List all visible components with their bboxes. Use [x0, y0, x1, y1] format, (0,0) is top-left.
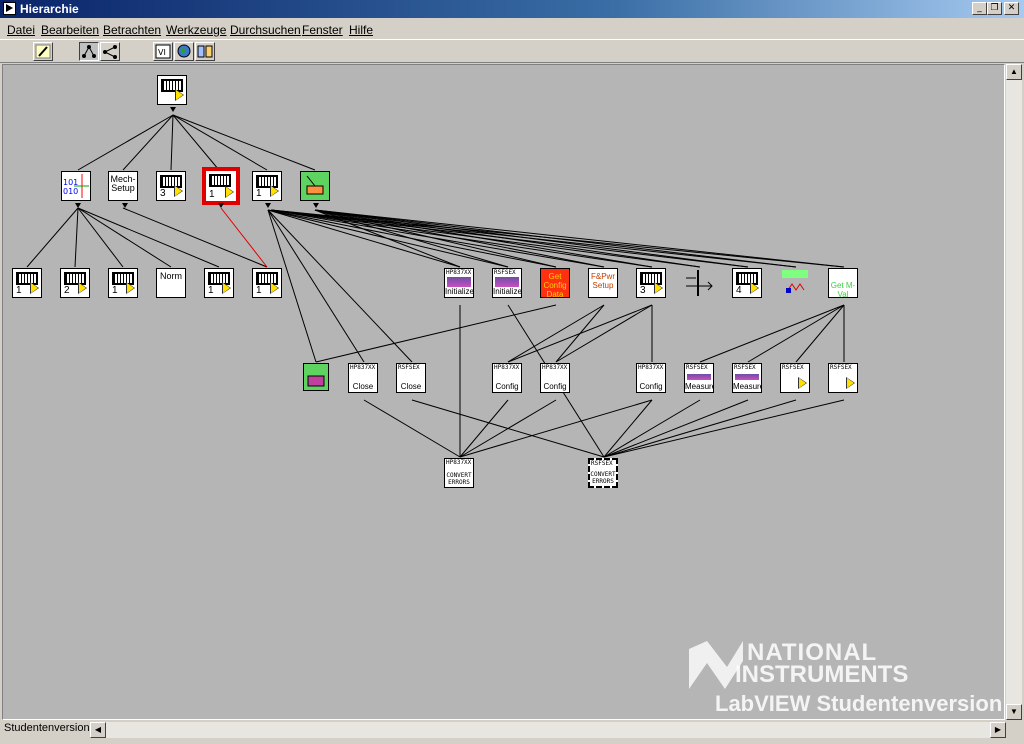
expand-arrow[interactable]: [313, 203, 319, 208]
scroll-up-button[interactable]: ▲: [1006, 64, 1022, 80]
menu-fenster[interactable]: Fenster: [302, 23, 343, 37]
green-tool-node[interactable]: [303, 363, 329, 391]
subvi-node[interactable]: 2: [60, 268, 90, 298]
get-config-data-node[interactable]: Get Config Data: [540, 268, 570, 298]
selected-link: [220, 207, 268, 268]
binary-graph-icon: 101010: [63, 174, 89, 198]
fpwr-setup-node[interactable]: F&Pwr Setup: [588, 268, 618, 298]
selected-subvi-node[interactable]: 1: [202, 167, 240, 205]
expand-arrow[interactable]: [75, 203, 81, 208]
tool-icon: [307, 375, 325, 387]
hp-initialize-node[interactable]: HP837XX Initialize: [444, 268, 474, 298]
rs-subvi-node[interactable]: RSFSEX: [828, 363, 858, 393]
subvi-node[interactable]: 1: [252, 268, 282, 298]
menu-bar: Datei Bearbeiten Betrachten Werkzeuge Du…: [0, 19, 1024, 39]
horizontal-scrollbar[interactable]: ◀ ▶: [90, 722, 1006, 738]
hp-close-node[interactable]: HP837XX Close: [348, 363, 378, 393]
include-button[interactable]: [195, 42, 215, 61]
binary-math-node[interactable]: 101 010: [61, 171, 91, 201]
edit-pencil-button[interactable]: [33, 42, 53, 61]
menu-betrachten[interactable]: Betrachten: [103, 23, 161, 37]
green-subvi-node[interactable]: [300, 171, 330, 201]
expand-arrow[interactable]: [265, 203, 271, 208]
edit-pencil-icon: [35, 44, 51, 59]
title-bar[interactable]: Hierarchie _ ❐ ✕: [0, 0, 1024, 18]
tool-icon: [306, 175, 324, 195]
rs-subvi-node[interactable]: RSFSEX: [780, 363, 810, 393]
hp-config-node[interactable]: HP837XX Config: [492, 363, 522, 393]
vi-button[interactable]: VI: [153, 42, 173, 61]
close-button[interactable]: ✕: [1004, 2, 1019, 15]
rs-measure-node[interactable]: RSFSEX Measure: [684, 363, 714, 393]
subvi-3-node[interactable]: 3: [636, 268, 666, 298]
hierarchy-canvas[interactable]: 101 010 Mech-Setup 3 1 1 1 2 1 Norm 1 1 H…: [2, 64, 1005, 720]
status-label: Studentenversion: [4, 722, 90, 734]
root-vi-node[interactable]: [157, 75, 187, 105]
subvi-node[interactable]: 1: [12, 268, 42, 298]
vertical-layout-icon: [82, 45, 96, 58]
globe-button[interactable]: [174, 42, 194, 61]
rs-initialize-node[interactable]: RSFSEX Initialize: [492, 268, 522, 298]
mech-setup-node[interactable]: Mech-Setup: [108, 171, 138, 201]
window-title: Hierarchie: [20, 2, 79, 16]
include-icon: [197, 45, 213, 58]
menu-bearbeiten[interactable]: Bearbeiten: [41, 23, 99, 37]
expand-arrow[interactable]: [170, 107, 176, 112]
vi-icon: VI: [155, 44, 171, 59]
svg-text:VI: VI: [158, 48, 166, 57]
rs-measure-node[interactable]: RSFSEX Measure: [732, 363, 762, 393]
menu-durchsuchen[interactable]: Durchsuchen: [230, 23, 301, 37]
subvi-3-node[interactable]: 3: [156, 171, 186, 201]
horizontal-layout-icon: [103, 45, 117, 59]
vertical-layout-button[interactable]: [79, 42, 99, 61]
horizontal-layout-button[interactable]: [100, 42, 120, 61]
trigger-icon: [782, 270, 808, 293]
toolbar: VI: [0, 39, 1024, 63]
subvi-node[interactable]: 1: [108, 268, 138, 298]
scroll-right-button[interactable]: ▶: [990, 722, 1006, 738]
sequence-arrow-icon: [686, 270, 713, 296]
sequence-node[interactable]: [684, 268, 714, 298]
menu-werkzeuge[interactable]: Werkzeuge: [166, 23, 226, 37]
labview-app-icon: [3, 2, 16, 15]
menu-hilfe[interactable]: Hilfe: [349, 23, 373, 37]
hp-config-node[interactable]: HP837XX Config: [636, 363, 666, 393]
hp-config-node[interactable]: HP837XX Config: [540, 363, 570, 393]
hp-convert-errors-node[interactable]: HP837XX CONVERT ERRORS: [444, 458, 474, 488]
globe-icon: [177, 44, 191, 58]
rs-convert-errors-node[interactable]: RSFSEX CONVERT ERRORS: [588, 458, 618, 488]
subvi-4-node[interactable]: 4: [732, 268, 762, 298]
subvi-1-node[interactable]: 1: [252, 171, 282, 201]
minimize-button[interactable]: _: [972, 2, 987, 15]
restore-button[interactable]: ❐: [987, 2, 1002, 15]
expand-arrow[interactable]: [122, 203, 128, 208]
subvi-node[interactable]: 1: [204, 268, 234, 298]
svg-text:010: 010: [63, 187, 78, 196]
norm-node[interactable]: Norm: [156, 268, 186, 298]
rs-close-node[interactable]: RSFSEX Close: [396, 363, 426, 393]
status-bar: Studentenversion: [2, 721, 104, 737]
trigger-node[interactable]: [780, 268, 810, 298]
vertical-scrollbar[interactable]: ▲ ▼: [1006, 64, 1022, 720]
scroll-down-button[interactable]: ▼: [1006, 704, 1022, 720]
get-value-node[interactable]: Get M-Val: [828, 268, 858, 298]
expand-arrow[interactable]: [218, 203, 224, 208]
scroll-left-button[interactable]: ◀: [90, 722, 106, 738]
menu-datei[interactable]: Datei: [7, 23, 35, 37]
